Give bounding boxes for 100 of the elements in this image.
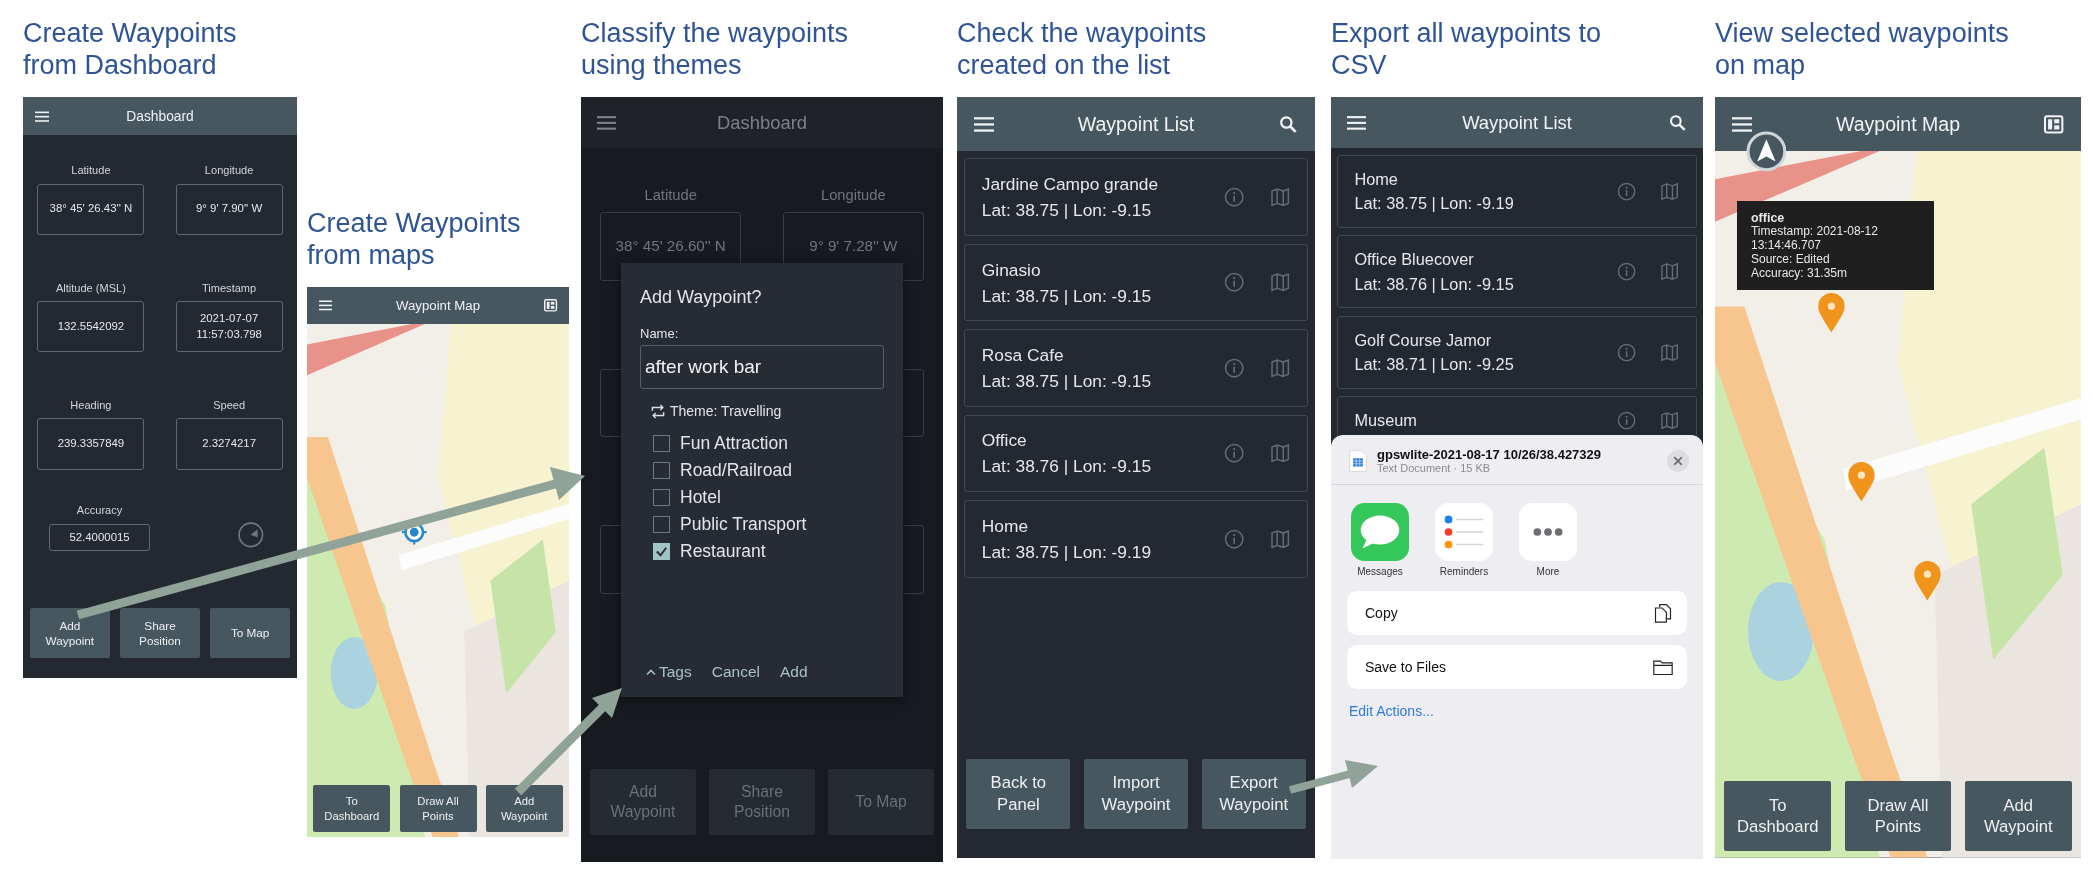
field-label: Latitude bbox=[71, 164, 111, 177]
checkbox[interactable] bbox=[653, 489, 670, 506]
action-button[interactable]: To Dashboard bbox=[1724, 781, 1832, 852]
waypoint-coordinates: Lat: 38.75 | Lon: -9.15 bbox=[981, 199, 1153, 223]
checkbox[interactable] bbox=[653, 435, 670, 452]
checkbox[interactable] bbox=[653, 543, 670, 560]
dialog-button[interactable]: Add bbox=[774, 663, 814, 681]
search-icon[interactable] bbox=[1667, 113, 1687, 132]
map-icon[interactable] bbox=[1660, 181, 1680, 201]
map-icon[interactable] bbox=[1269, 186, 1291, 208]
info-icon[interactable] bbox=[1617, 342, 1637, 362]
action-button[interactable]: Import Waypoint bbox=[1084, 759, 1189, 830]
waypoint-card[interactable]: Ginasio Lat: 38.75 | Lon: -9.15 bbox=[963, 243, 1309, 322]
info-icon[interactable] bbox=[1617, 181, 1637, 201]
field-label: Longitude bbox=[820, 186, 886, 203]
waypoint-name: Rosa Cafe bbox=[981, 344, 1065, 367]
info-icon[interactable] bbox=[1223, 357, 1245, 379]
info-icon[interactable] bbox=[1223, 528, 1245, 550]
waypoint-card[interactable]: Office Lat: 38.76 | Lon: -9.15 bbox=[963, 414, 1309, 493]
map-icon[interactable] bbox=[1269, 357, 1291, 379]
info-icon[interactable] bbox=[1223, 443, 1245, 464]
action-button[interactable]: Share Position bbox=[119, 608, 201, 658]
action-button[interactable]: Draw All Points bbox=[399, 785, 477, 833]
menu-icon[interactable] bbox=[974, 114, 995, 134]
pin-icon[interactable] bbox=[1912, 561, 1942, 602]
action-button[interactable]: Back to Panel bbox=[966, 759, 1071, 830]
list-icon[interactable] bbox=[1435, 503, 1493, 561]
waypoint-card[interactable]: Office Bluecover Lat: 38.76 | Lon: -9.15 bbox=[1337, 235, 1697, 309]
option-label: Restaurant bbox=[680, 541, 766, 562]
app-name: More bbox=[1536, 566, 1560, 577]
info-icon[interactable] bbox=[1223, 186, 1245, 208]
checkbox[interactable] bbox=[653, 516, 670, 533]
dialog-button[interactable]: Cancel bbox=[705, 663, 766, 681]
caret-icon bbox=[646, 668, 656, 676]
map-icon[interactable] bbox=[1269, 443, 1291, 464]
popup-detail: Source: Edited bbox=[1750, 252, 1831, 267]
compass-icon bbox=[237, 521, 265, 549]
readout-field: 38° 45' 26.43'' N bbox=[37, 183, 145, 235]
file-name: gpswlite-2021-08-17 10/26/38.427329 bbox=[1377, 447, 1603, 462]
waypoint-coordinates: Lat: 38.75 | Lon: -9.15 bbox=[981, 370, 1153, 393]
waypoint-coordinates: Lat: 38.76 | Lon: -9.15 bbox=[981, 455, 1153, 479]
step-caption: Check the waypoints created on the list bbox=[957, 18, 1208, 82]
field-label: Altitude (MSL) bbox=[55, 281, 126, 294]
name-input[interactable]: after work bar bbox=[640, 345, 884, 389]
step-caption: View selected waypoints on map bbox=[1715, 18, 2010, 82]
waypoint-coordinates: Lat: 38.75 | Lon: -9.19 bbox=[981, 540, 1153, 564]
menu-icon[interactable] bbox=[597, 113, 617, 132]
step-caption: Create Waypoints from Dashboard bbox=[23, 18, 238, 82]
checkbox[interactable] bbox=[653, 462, 670, 479]
waypoint-card[interactable]: Jardine Campo grande Lat: 38.75 | Lon: -9.15 bbox=[963, 158, 1309, 236]
edit-actions-link[interactable]: Edit Actions... bbox=[1349, 703, 1685, 719]
action-button[interactable]: Add Waypoint bbox=[485, 785, 563, 833]
more-icon[interactable] bbox=[1519, 503, 1577, 561]
info-icon[interactable] bbox=[1617, 262, 1637, 282]
readout-field: 52.4000015 bbox=[49, 523, 150, 552]
theme-label[interactable]: Theme: Travelling bbox=[670, 403, 782, 419]
waypoint-card[interactable]: Rosa Cafe Lat: 38.75 | Lon: -9.15 bbox=[963, 329, 1309, 407]
info-icon[interactable] bbox=[1223, 272, 1245, 293]
step-caption: Export all waypoints to CSV bbox=[1331, 18, 1603, 82]
info-icon[interactable] bbox=[1617, 410, 1637, 431]
map-icon[interactable] bbox=[1660, 342, 1680, 362]
action-button[interactable]: Export Waypoint bbox=[1201, 759, 1306, 830]
action-button[interactable]: Add Waypoint bbox=[29, 608, 111, 658]
action-button[interactable]: Add Waypoint bbox=[1964, 781, 2072, 852]
menu-icon[interactable] bbox=[318, 299, 333, 312]
app-name: Messages bbox=[1357, 566, 1403, 577]
action-button[interactable]: To Map bbox=[209, 608, 291, 658]
menu-icon[interactable] bbox=[35, 109, 50, 123]
menu-icon[interactable] bbox=[1732, 114, 1753, 134]
waypoint-coordinates: Lat: 38.75 | Lon: -9.15 bbox=[981, 284, 1153, 308]
action-button[interactable]: Draw All Points bbox=[1844, 781, 1952, 852]
close-icon[interactable] bbox=[1667, 449, 1689, 472]
share-action[interactable]: Save to Files bbox=[1347, 645, 1687, 689]
grid-icon[interactable] bbox=[2043, 114, 2064, 134]
map-icon[interactable] bbox=[1269, 528, 1291, 550]
grid-icon[interactable] bbox=[543, 299, 558, 312]
waypoint-name: Office Bluecover bbox=[1354, 249, 1475, 271]
swap-icon[interactable] bbox=[650, 403, 666, 419]
map-icon[interactable] bbox=[1269, 272, 1291, 293]
map-icon[interactable] bbox=[1660, 410, 1680, 431]
waypoint-card[interactable]: Home Lat: 38.75 | Lon: -9.19 bbox=[963, 500, 1309, 578]
waypoint-card[interactable]: Golf Course Jamor Lat: 38.71 | Lon: -9.25 bbox=[1337, 315, 1697, 389]
menu-icon[interactable] bbox=[1347, 113, 1367, 132]
pin-icon[interactable] bbox=[1846, 462, 1876, 504]
waypoint-card[interactable]: Home Lat: 38.75 | Lon: -9.19 bbox=[1337, 154, 1697, 228]
tags-button[interactable]: Tags bbox=[640, 663, 698, 681]
popup-detail: Accuracy: 31.35m bbox=[1750, 266, 1848, 281]
option-label: Road/Railroad bbox=[680, 460, 792, 481]
chat-bubble-icon[interactable] bbox=[1351, 503, 1409, 561]
popup-title: office bbox=[1750, 210, 1786, 226]
field-label: Timestamp bbox=[202, 281, 257, 294]
pin-icon[interactable] bbox=[1817, 292, 1847, 334]
map-icon[interactable] bbox=[1660, 262, 1680, 282]
waypoint-coordinates: Lat: 38.71 | Lon: -9.25 bbox=[1354, 354, 1515, 376]
search-icon[interactable] bbox=[1277, 114, 1298, 134]
action-button[interactable]: To Dashboard bbox=[313, 785, 391, 833]
share-action[interactable]: Copy bbox=[1347, 591, 1687, 635]
name-label: Name: bbox=[640, 326, 680, 341]
popup-detail: Timestamp: 2021-08-12 13:14:46.707 bbox=[1750, 225, 1879, 253]
readout-field: 2021-07-07 11:57:03.798 bbox=[175, 300, 283, 353]
